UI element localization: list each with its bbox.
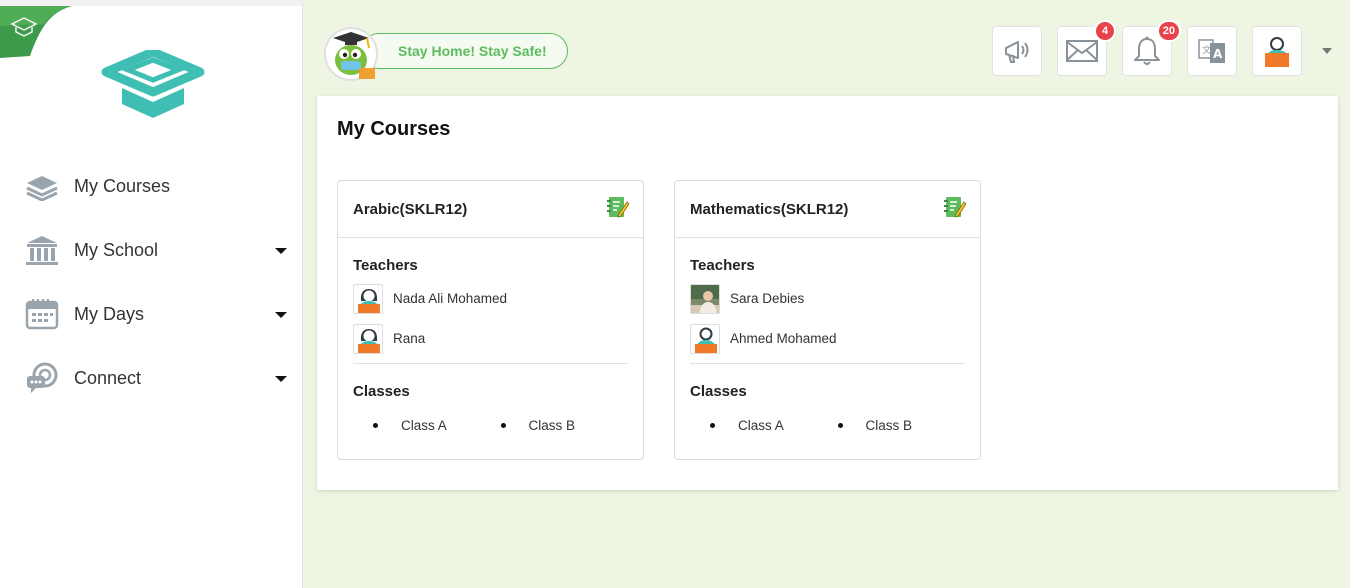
list-item[interactable]: Class B bbox=[500, 418, 629, 433]
sidebar-item-my-days[interactable]: My Days bbox=[0, 282, 303, 346]
class-name: Class B bbox=[865, 418, 913, 433]
teacher-row[interactable]: Sara Debies bbox=[690, 283, 965, 314]
school-building-icon bbox=[24, 232, 60, 268]
sidebar: My Courses My School My Days Connect bbox=[0, 0, 303, 588]
sidebar-item-label: Connect bbox=[74, 367, 142, 388]
notifications-button[interactable]: 20 bbox=[1122, 20, 1181, 76]
chevron-down-icon[interactable] bbox=[275, 376, 287, 382]
teacher-name: Nada Ali Mohamed bbox=[393, 291, 508, 306]
page-title: My Courses bbox=[337, 118, 451, 140]
chat-connect-icon bbox=[24, 360, 60, 396]
announcements-button[interactable] bbox=[992, 26, 1042, 76]
mail-icon bbox=[1066, 40, 1098, 62]
class-name: Class A bbox=[401, 418, 447, 433]
user-avatar-icon bbox=[1265, 37, 1289, 67]
stay-safe-banner: Stay Home! Stay Safe! bbox=[361, 33, 568, 69]
sidebar-item-label: My Courses bbox=[74, 175, 171, 196]
teachers-heading: Teachers bbox=[690, 257, 755, 274]
sidebar-nav: My Courses My School My Days Connect bbox=[0, 154, 303, 410]
female-teacher-avatar-icon bbox=[353, 283, 383, 314]
list-item[interactable]: Class B bbox=[837, 418, 966, 433]
sidebar-item-my-school[interactable]: My School bbox=[0, 218, 303, 282]
edit-notebook-icon[interactable] bbox=[944, 195, 966, 219]
svg-text:A: A bbox=[1213, 47, 1223, 61]
sidebar-item-label: My Days bbox=[74, 303, 145, 324]
teacher-name: Rana bbox=[393, 331, 426, 346]
chevron-down-icon[interactable] bbox=[275, 312, 287, 318]
course-title[interactable]: Mathematics(SKLR12) bbox=[690, 201, 848, 218]
divider bbox=[690, 363, 965, 364]
bullet-icon bbox=[373, 423, 378, 428]
edit-notebook-icon[interactable] bbox=[607, 195, 629, 219]
class-name: Class A bbox=[738, 418, 784, 433]
male-teacher-avatar-icon bbox=[690, 323, 720, 354]
app-logo-icon[interactable] bbox=[98, 50, 208, 122]
sidebar-item-label: My School bbox=[74, 239, 159, 260]
translate-icon: 文 A bbox=[1198, 39, 1225, 63]
notifications-count-badge: 20 bbox=[1156, 20, 1181, 42]
bullet-icon bbox=[710, 423, 715, 428]
teacher-row[interactable]: Nada Ali Mohamed bbox=[353, 283, 628, 314]
teacher-name: Ahmed Mohamed bbox=[730, 331, 837, 346]
course-title[interactable]: Arabic(SKLR12) bbox=[353, 201, 467, 218]
teacher-row[interactable]: Rana bbox=[353, 323, 628, 354]
teachers-heading: Teachers bbox=[353, 257, 418, 274]
class-list: Class A Class B bbox=[690, 418, 965, 433]
class-list: Class A Class B bbox=[353, 418, 628, 433]
bell-icon bbox=[1134, 36, 1160, 65]
course-card: Mathematics(SKLR12) Teachers Sara Debies… bbox=[674, 180, 981, 460]
course-card-header: Arabic(SKLR12) bbox=[338, 181, 643, 238]
classes-heading: Classes bbox=[690, 383, 747, 400]
divider bbox=[353, 363, 628, 364]
course-card: Arabic(SKLR12) Teachers Nada Ali Mohamed… bbox=[337, 180, 644, 460]
course-card-header: Mathematics(SKLR12) bbox=[675, 181, 980, 238]
messages-count-badge: 4 bbox=[1094, 20, 1116, 42]
photo-avatar-icon bbox=[690, 283, 720, 314]
classes-heading: Classes bbox=[353, 383, 410, 400]
top-bar: Stay Home! Stay Safe! 4 20 文 A bbox=[303, 0, 1350, 96]
messages-button[interactable]: 4 bbox=[1057, 20, 1116, 76]
chevron-down-icon[interactable] bbox=[1322, 48, 1332, 54]
chevron-down-icon[interactable] bbox=[275, 248, 287, 254]
book-stack-icon bbox=[24, 168, 60, 204]
list-item[interactable]: Class A bbox=[710, 418, 838, 433]
banner-text: Stay Home! Stay Safe! bbox=[398, 43, 547, 59]
corner-ribbon-icon bbox=[0, 6, 72, 58]
list-item[interactable]: Class A bbox=[373, 418, 501, 433]
sidebar-item-my-courses[interactable]: My Courses bbox=[0, 154, 303, 218]
bullet-icon bbox=[500, 423, 506, 428]
sidebar-item-connect[interactable]: Connect bbox=[0, 346, 303, 410]
calendar-icon bbox=[24, 296, 60, 332]
svg-text:文: 文 bbox=[1202, 44, 1211, 56]
my-courses-panel: My Courses Arabic(SKLR12) Teachers Nada … bbox=[317, 96, 1338, 490]
class-name: Class B bbox=[528, 418, 576, 433]
mascot-icon bbox=[324, 27, 378, 81]
megaphone-icon bbox=[1005, 41, 1029, 63]
language-button[interactable]: 文 A bbox=[1187, 26, 1237, 76]
teacher-row[interactable]: Ahmed Mohamed bbox=[690, 323, 965, 354]
bullet-icon bbox=[837, 423, 843, 428]
teacher-name: Sara Debies bbox=[730, 291, 805, 306]
user-profile-button[interactable] bbox=[1252, 26, 1302, 76]
female-teacher-avatar-icon bbox=[353, 323, 383, 354]
